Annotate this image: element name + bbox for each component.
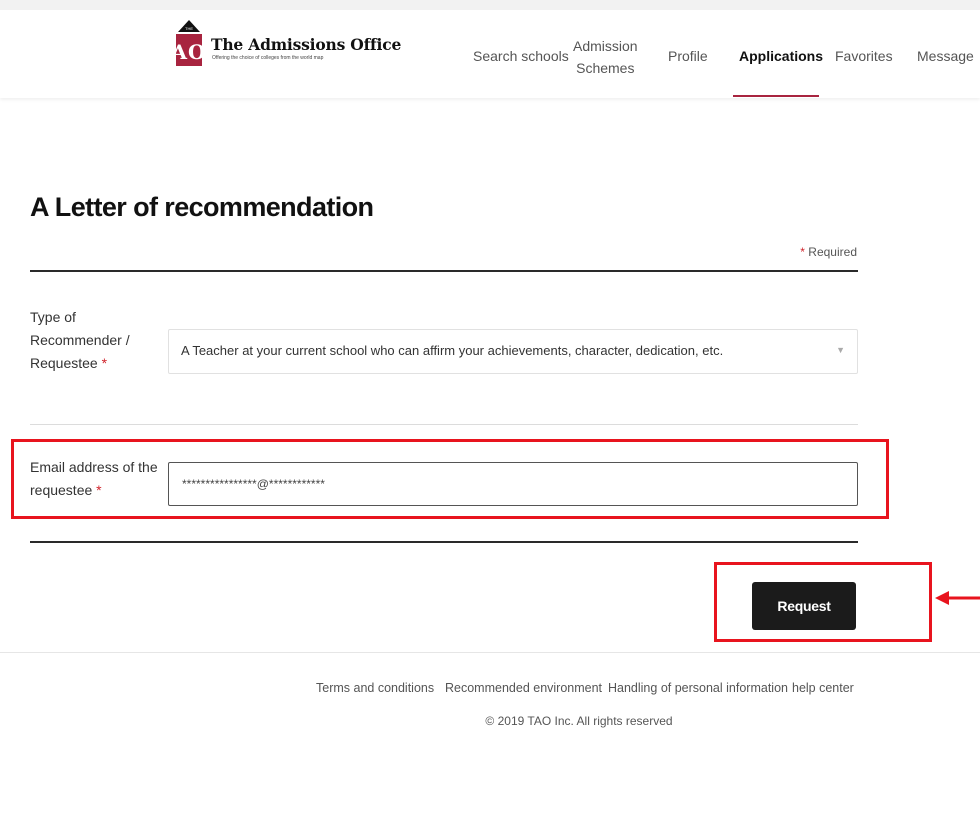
nav-admission-schemes-label: Admission Schemes xyxy=(573,38,638,76)
recommender-type-label: Type of Recommender / Requestee * xyxy=(30,309,130,371)
field-divider xyxy=(30,424,858,425)
nav-message[interactable]: Message xyxy=(917,46,974,66)
required-note: * Required xyxy=(800,245,857,259)
footer-divider xyxy=(0,652,980,653)
request-button[interactable]: Request xyxy=(752,582,856,630)
nav-admission-schemes[interactable]: Admission Schemes xyxy=(573,35,638,79)
footer-link-environment[interactable]: Recommended environment xyxy=(445,681,602,695)
recommender-type-select[interactable]: A Teacher at your current school who can… xyxy=(168,329,858,374)
logo-letters: AO xyxy=(174,40,204,64)
logo-small-text: THE xyxy=(185,26,193,31)
nav-applications[interactable]: Applications xyxy=(739,46,823,66)
top-strip xyxy=(0,0,980,10)
page-title: A Letter of recommendation xyxy=(30,192,374,222)
footer-link-privacy[interactable]: Handling of personal information xyxy=(608,681,788,695)
logo-title: The Admissions Office xyxy=(211,35,402,54)
logo-mark-icon: THE AO xyxy=(174,20,204,66)
nav-search-schools[interactable]: Search schools xyxy=(473,46,569,66)
form-bottom-rule xyxy=(30,541,858,543)
form-top-rule xyxy=(30,270,858,272)
required-star: * xyxy=(96,482,102,498)
required-star: * xyxy=(800,245,805,259)
email-label: Email address of the requestee * xyxy=(30,459,158,498)
footer-link-help[interactable]: help center xyxy=(792,681,854,695)
nav-favorites[interactable]: Favorites xyxy=(835,46,893,66)
copyright: © 2019 TAO Inc. All rights reserved xyxy=(485,714,673,728)
email-field[interactable] xyxy=(168,462,858,506)
logo-tagline: Offering the choice of colleges from the… xyxy=(212,55,324,61)
nav-profile[interactable]: Profile xyxy=(668,46,708,66)
required-note-text: Required xyxy=(808,245,857,259)
site-logo[interactable]: THE AO The Admissions Office Offering th… xyxy=(174,18,401,68)
nav-active-indicator xyxy=(733,95,819,97)
page: THE AO The Admissions Office Offering th… xyxy=(0,0,980,837)
recommender-type-value: A Teacher at your current school who can… xyxy=(181,343,724,358)
arrow-left-icon xyxy=(935,591,980,605)
required-star: * xyxy=(101,355,108,371)
chevron-down-icon: ▼ xyxy=(836,345,845,355)
footer-link-terms[interactable]: Terms and conditions xyxy=(316,681,434,695)
